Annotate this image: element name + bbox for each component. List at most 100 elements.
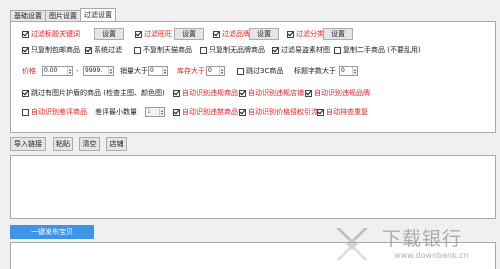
clear-button[interactable]: 清空 (79, 137, 100, 151)
filter-category-settings-button[interactable]: 设置 (323, 28, 353, 40)
bad-review-min-qty-value: 1 (147, 108, 151, 115)
auto-detect-violation-store-label: 自动识别违规店铺 (248, 89, 304, 97)
watermark: 下载银行 www.downbank.cn (332, 222, 496, 266)
tab-bar: 基础设置 图片设置 过滤设置 (10, 8, 116, 21)
only-no-brand-option[interactable]: 只复制无品牌商品 (200, 46, 265, 55)
store-button[interactable]: 店铺 (106, 137, 127, 151)
auto-detect-prohibited-label: 自动识别违禁商品 (182, 108, 238, 116)
auto-detect-violation-brand-checkbox[interactable] (305, 90, 312, 97)
skip-3c-checkbox[interactable] (237, 68, 244, 75)
sales-label: 销量大于 (120, 67, 148, 75)
skip-image-shield-option[interactable]: 跳过有图片护盾的商品 (检查主图、颜色图) (22, 89, 165, 98)
stock-spinner[interactable] (219, 67, 224, 75)
auto-check-duplicate-option[interactable]: 自动排查重复 (317, 108, 368, 117)
filter-title-keyword-label: 过滤标题关键词 (31, 30, 80, 38)
price-min-value: 0.00 (44, 67, 58, 74)
auto-detect-violation-store-option[interactable]: 自动识别违规店铺 (239, 89, 304, 98)
tab-filter-settings[interactable]: 过滤设置 (80, 8, 116, 21)
filter-risky-material-checkbox[interactable] (272, 47, 279, 54)
skip-image-shield-checkbox[interactable] (22, 90, 29, 97)
bad-review-min-qty-input[interactable]: 1 (145, 107, 165, 117)
copy-second-hand-label: 复制二手商品 (不要乱用) (343, 46, 421, 54)
only-free-shipping-label: 只复制包邮商品 (31, 46, 80, 54)
watermark-url: www.downbank.cn (394, 251, 469, 260)
auto-detect-violation-store-checkbox[interactable] (239, 90, 246, 97)
no-tmall-checkbox[interactable] (134, 47, 141, 54)
system-filter-label: 系统过滤 (94, 46, 122, 54)
system-filter-checkbox[interactable] (85, 47, 92, 54)
filter-title-keyword-option[interactable]: 过滤标题关键词 (22, 30, 80, 39)
filter-wangwang-option[interactable]: 过滤旺旺 (135, 30, 172, 39)
sales-value: 0 (150, 67, 154, 74)
price-range-dash: - (76, 67, 79, 75)
only-no-brand-checkbox[interactable] (200, 47, 207, 54)
system-filter-option[interactable]: 系统过滤 (85, 46, 122, 55)
auto-detect-violation-brand-option[interactable]: 自动识别违规品牌 (305, 89, 370, 98)
filter-risky-material-label: 过滤易盗素材图 (281, 46, 330, 54)
copy-second-hand-option[interactable]: 复制二手商品 (不要乱用) (334, 46, 421, 55)
auto-detect-violation-goods-label: 自动识别违规商品 (182, 89, 238, 97)
only-no-brand-label: 只复制无品牌商品 (209, 46, 265, 54)
stock-value: 0 (208, 67, 212, 74)
auto-detect-prohibited-option[interactable]: 自动识别违禁商品 (173, 108, 238, 117)
auto-detect-bad-review-option[interactable]: 自动识别差评商品 (22, 108, 87, 117)
filter-risky-material-option[interactable]: 过滤易盗素材图 (272, 46, 330, 55)
price-min-spinner[interactable] (67, 67, 72, 75)
sales-input[interactable]: 0 (148, 66, 168, 76)
auto-detect-price-infringe-option[interactable]: 自动识别价格侵权引流 (239, 108, 318, 117)
auto-detect-bad-review-checkbox[interactable] (22, 109, 29, 116)
paste-button[interactable]: 粘贴 (53, 137, 73, 151)
title-length-label: 标题字数大于 (294, 67, 336, 75)
auto-detect-violation-brand-label: 自动识别违规品牌 (314, 89, 370, 97)
bad-review-min-qty-label: 差评最小数量 (95, 108, 137, 116)
price-label: 价格 (22, 67, 36, 75)
sales-spinner[interactable] (162, 67, 167, 75)
filter-brand-label: 过滤品牌 (222, 30, 250, 38)
copy-second-hand-checkbox[interactable] (334, 47, 341, 54)
filter-brand-option[interactable]: 过滤品牌 (213, 30, 250, 39)
price-max-input[interactable]: 9999. (83, 66, 114, 76)
auto-check-duplicate-label: 自动排查重复 (326, 108, 368, 116)
auto-detect-prohibited-checkbox[interactable] (173, 109, 180, 116)
filter-brand-settings-button[interactable]: 设置 (249, 28, 279, 40)
watermark-title: 下载银行 (382, 228, 463, 250)
filter-wangwang-checkbox[interactable] (135, 31, 142, 38)
filter-brand-checkbox[interactable] (213, 31, 220, 38)
filter-title-keyword-checkbox[interactable] (22, 31, 29, 38)
price-max-spinner[interactable] (108, 67, 113, 75)
filter-category-option[interactable]: 过滤分类 (287, 30, 324, 39)
title-length-value: 0 (341, 67, 345, 74)
bad-review-min-qty-spinner[interactable] (159, 108, 164, 116)
filter-wangwang-label: 过滤旺旺 (144, 30, 172, 38)
auto-detect-price-infringe-checkbox[interactable] (239, 109, 246, 116)
tab-image-settings[interactable]: 图片设置 (45, 10, 81, 21)
import-links-button[interactable]: 导入链接 (10, 137, 46, 151)
stock-input[interactable]: 0 (206, 66, 225, 76)
auto-detect-bad-review-label: 自动识别差评商品 (31, 108, 87, 116)
filter-settings-panel: 过滤标题关键词 设置 过滤旺旺 设置 过滤品牌 设置 过滤分类 设置 只复制包邮… (10, 21, 496, 133)
no-tmall-label: 不复制天猫商品 (143, 46, 192, 54)
filter-category-label: 过滤分类 (296, 30, 324, 38)
skip-3c-label: 跳过3C商品 (246, 67, 284, 75)
stock-label: 库存大于 (177, 67, 205, 75)
links-textarea[interactable] (10, 155, 496, 219)
title-length-input[interactable]: 0 (339, 66, 358, 76)
tab-basic-settings[interactable]: 基础设置 (10, 10, 46, 21)
title-length-spinner[interactable] (352, 67, 357, 75)
watermark-logo-icon (336, 228, 368, 260)
only-free-shipping-option[interactable]: 只复制包邮商品 (22, 46, 80, 55)
skip-image-shield-label: 跳过有图片护盾的商品 (检查主图、颜色图) (31, 89, 165, 97)
skip-3c-option[interactable]: 跳过3C商品 (237, 67, 283, 76)
auto-detect-price-infringe-label: 自动识别价格侵权引流 (248, 108, 318, 116)
filter-wangwang-settings-button[interactable]: 设置 (174, 28, 204, 40)
filter-category-checkbox[interactable] (287, 31, 294, 38)
only-free-shipping-checkbox[interactable] (22, 47, 29, 54)
auto-detect-violation-goods-option[interactable]: 自动识别违规商品 (173, 89, 238, 98)
auto-check-duplicate-checkbox[interactable] (317, 109, 324, 116)
auto-detect-violation-goods-checkbox[interactable] (173, 90, 180, 97)
price-max-value: 9999. (85, 67, 103, 74)
filter-title-keyword-settings-button[interactable]: 设置 (94, 28, 124, 40)
no-tmall-option[interactable]: 不复制天猫商品 (134, 46, 192, 55)
publish-items-button[interactable]: 一键发布宝贝 (10, 225, 94, 239)
price-min-input[interactable]: 0.00 (42, 66, 73, 76)
